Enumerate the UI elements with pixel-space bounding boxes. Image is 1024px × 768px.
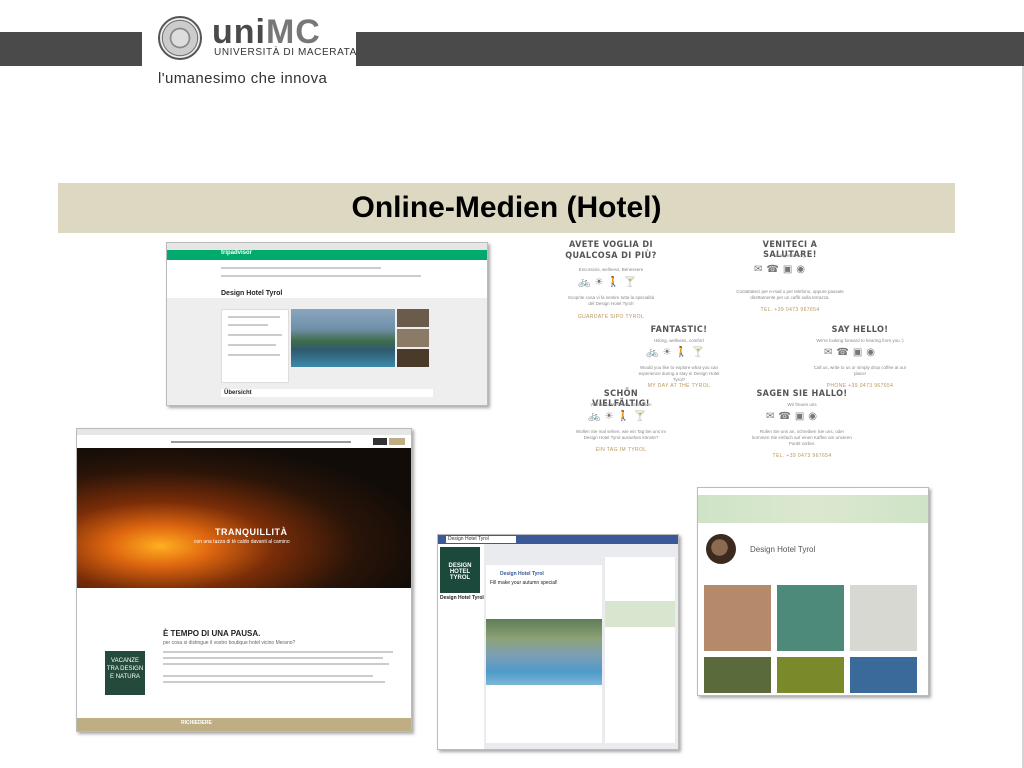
instagram-map: [698, 495, 928, 523]
block-link: TEL. +39 0473 967654: [772, 453, 832, 459]
header-bar-left: [0, 32, 142, 66]
block-title: SAGEN SIE HALLO!: [756, 389, 848, 399]
instagram-photo: [704, 585, 771, 651]
block-sub: Wandern, Wellness, Genießen: [590, 402, 652, 407]
hero-subtitle: con una tazza di tè caldo davanti al cam…: [194, 539, 290, 545]
facebook-page-name: Design Hotel Tyrol: [440, 595, 484, 601]
block-title: FANTASTIC!: [650, 325, 708, 335]
facebook-info-column: [605, 557, 675, 743]
university-seal-icon: [158, 16, 202, 60]
facebook-map: [605, 601, 675, 627]
block-link: GUARDATE SIPO TYROL: [577, 314, 645, 320]
section-subheading: per cosa si distingue il vostro boutique…: [163, 640, 296, 646]
activity-icons: 🚲☀🚶🍸: [646, 347, 709, 358]
booking-card: [221, 309, 289, 383]
activity-icons: 🚲☀🚶🍸: [578, 277, 641, 288]
instagram-photo: [704, 657, 771, 693]
vacanze-badge: VACANZE TRA DESIGN E NATURA: [105, 651, 145, 695]
facebook-search: Design Hotel Tyrol: [446, 536, 516, 543]
instagram-photo: [850, 585, 917, 651]
header-bar-right: [356, 32, 1024, 66]
fireplace-hero-image: [77, 448, 411, 588]
facebook-post: [486, 565, 602, 743]
block-sub: Hiking, wellness, comfort: [654, 338, 704, 343]
contact-icons: ✉☎▣◉: [754, 264, 810, 275]
facebook-top-bar: Design Hotel Tyrol: [438, 535, 678, 544]
block-text: Wollen Sie mal sehen, wie ein Tag bei un…: [575, 429, 667, 440]
block-text: Contattateci per e-mail o per telefono, …: [736, 289, 844, 300]
tripadvisor-screenshot: tripadvisor Design Hotel Tyrol Übersicht: [166, 242, 488, 406]
block-title: AVETE VOGLIA DI QUALCOSA DI PIÙ?: [565, 240, 657, 261]
hot-tub-photo: [486, 619, 602, 685]
block-text: Would you like to explore what you can e…: [638, 365, 720, 382]
instagram-screenshot: Design Hotel Tyrol: [697, 487, 929, 696]
contact-icons: ✉☎▣◉: [824, 347, 880, 358]
instagram-name: Design Hotel Tyrol: [750, 545, 816, 554]
facebook-profile-logo: DESIGN HOTEL TYROL: [440, 547, 480, 593]
website-screenshot: TRANQUILLITÀ con una tazza di tè caldo d…: [76, 428, 412, 732]
slide-title: Online-Medien (Hotel): [351, 191, 662, 224]
instagram-photo: [777, 585, 844, 651]
tagline: l'umanesimo che innova: [158, 70, 328, 87]
instagram-avatar: [706, 534, 736, 564]
block-link: EIN TAG IM TYROL: [595, 447, 647, 453]
contact-icons: ✉☎▣◉: [766, 411, 822, 422]
tripadvisor-logo: tripadvisor: [221, 250, 253, 256]
post-text: Fill make your autumn special!: [490, 580, 558, 586]
block-link: TEL. +39 0473 967654: [760, 307, 820, 313]
block-sub: We're looking forward to hearing from yo…: [816, 338, 904, 343]
block-text: Rufen Sie uns an, schreiben Sie uns, ode…: [752, 429, 852, 446]
website-footer-bar: RICHIEDERE: [77, 718, 411, 731]
instagram-photo: [777, 657, 844, 693]
hotel-pool-photo: [291, 309, 395, 367]
block-title: SAY HELLO!: [831, 325, 889, 335]
hero-title: TRANQUILLITÀ: [215, 527, 288, 537]
logo-subtitle: UNIVERSITÀ DI MACERATA: [214, 47, 357, 58]
post-author: Design Hotel Tyrol: [500, 571, 544, 577]
section-heading: È TEMPO DI UNA PAUSA.: [163, 629, 261, 638]
block-text: Call us, write to us or simply drop coff…: [813, 365, 907, 376]
overview-heading: Übersicht: [221, 389, 433, 397]
facebook-screenshot: Design Hotel Tyrol DESIGN HOTEL TYROL De…: [437, 534, 679, 750]
instagram-photo: [850, 657, 917, 693]
block-sub: Wir freuen uns: [787, 402, 817, 407]
website-nav: [77, 435, 411, 448]
activity-icons: 🚲☀🚶🍸: [588, 411, 651, 422]
hotel-title: Design Hotel Tyrol: [221, 290, 283, 297]
block-text: Scoprite cosa vi fa sentire tutta la spe…: [567, 295, 655, 306]
block-sub: Escursioni, wellness, Benessere: [578, 267, 644, 272]
block-sub: Vi aspettiamo ;): [774, 253, 806, 258]
